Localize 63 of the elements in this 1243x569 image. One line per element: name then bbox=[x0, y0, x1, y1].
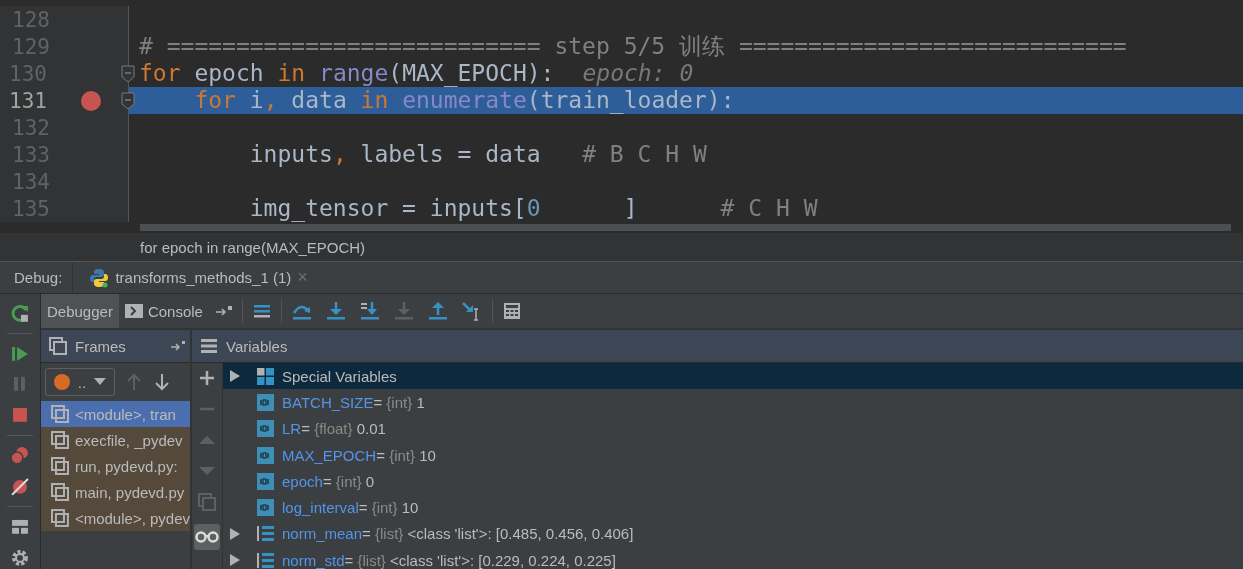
number-icon bbox=[257, 499, 274, 517]
code-line: # =========================== step 5/5 训练 ============================ bbox=[138, 33, 1128, 60]
step-into-my-code-icon[interactable] bbox=[358, 301, 381, 321]
frame-icon bbox=[51, 509, 69, 527]
frames-icon bbox=[49, 337, 67, 355]
grid-icon bbox=[257, 367, 274, 385]
code-line: img_tensor = inputs[0 ] # C H W bbox=[248, 195, 819, 222]
frame-item[interactable]: run, pydevd.py: bbox=[41, 453, 190, 479]
settings-icon[interactable] bbox=[9, 547, 31, 569]
expand-icon[interactable] bbox=[229, 553, 241, 568]
code-line: inputs, labels = data # B C H W bbox=[248, 141, 708, 168]
add-icon[interactable] bbox=[198, 369, 216, 387]
calculator-icon[interactable] bbox=[501, 301, 522, 321]
scrollbar[interactable] bbox=[140, 223, 1231, 231]
step-into-icon[interactable] bbox=[324, 301, 347, 321]
step-out-icon[interactable] bbox=[426, 301, 449, 321]
copy-icon[interactable] bbox=[198, 493, 216, 511]
fold-icon[interactable] bbox=[121, 64, 135, 83]
frame-item[interactable]: execfile, _pydev bbox=[41, 427, 190, 453]
rerun-icon[interactable] bbox=[9, 302, 31, 324]
fold-icon[interactable] bbox=[121, 91, 135, 110]
variable-row[interactable]: log_interval= {int} 10 bbox=[223, 494, 1243, 521]
frame-item[interactable]: main, pydevd.py bbox=[41, 479, 190, 505]
caret-icon bbox=[94, 378, 106, 386]
variable-row[interactable]: LR= {float} 0.01 bbox=[223, 415, 1243, 442]
pin-icon[interactable] bbox=[214, 304, 233, 318]
expand-icon[interactable] bbox=[229, 369, 241, 384]
panel-title: Debug: bbox=[13, 269, 64, 286]
code-line: for epoch in range(MAX_EPOCH): epoch: 0 bbox=[138, 60, 695, 87]
force-step-into-icon[interactable] bbox=[392, 301, 415, 321]
panel-title: Frames bbox=[75, 337, 126, 355]
frame-icon bbox=[51, 457, 69, 475]
variable-row[interactable]: norm_mean= {list} <class 'list'>: [0.485, 0.456, 0.406] bbox=[223, 520, 1243, 548]
console-icon bbox=[124, 303, 143, 319]
list-icon bbox=[200, 337, 218, 355]
expand-icon[interactable] bbox=[229, 526, 241, 541]
number-icon bbox=[257, 472, 274, 490]
number-icon bbox=[257, 420, 274, 438]
list-icon bbox=[257, 525, 274, 543]
breakpoint-icon[interactable] bbox=[80, 90, 101, 111]
variable-row[interactable]: MAX_EPOCH= {int} 10 bbox=[223, 441, 1243, 469]
thread-dropdown[interactable]: .. bbox=[45, 368, 115, 396]
down-arrow-icon[interactable] bbox=[153, 372, 171, 392]
variable-row[interactable]: norm_std= {list} <class 'list'>: [0.229, 0.224, 0.225] bbox=[223, 547, 1243, 569]
glasses-button[interactable] bbox=[194, 524, 220, 550]
variable-row[interactable]: BATCH_SIZE= {int} 1 bbox=[223, 389, 1243, 416]
python-icon bbox=[89, 267, 110, 288]
up-arrow-icon[interactable] bbox=[125, 372, 143, 392]
line-number: 131 bbox=[8, 88, 47, 113]
pin-icon[interactable] bbox=[170, 340, 186, 352]
debugger-tab[interactable]: Debugger bbox=[41, 294, 119, 328]
panel-title: Variables bbox=[226, 337, 288, 355]
breadcrumb[interactable]: for epoch in range(MAX_EPOCH) bbox=[140, 238, 366, 256]
frame-icon bbox=[51, 405, 69, 423]
number-icon bbox=[257, 393, 274, 411]
console-tab[interactable]: Console bbox=[118, 294, 209, 328]
variable-row[interactable]: Special Variables bbox=[223, 363, 1243, 390]
frame-icon bbox=[51, 483, 69, 501]
list-icon bbox=[257, 551, 274, 569]
frame-item[interactable]: <module>, pydev bbox=[41, 505, 190, 531]
variable-row[interactable]: epoch= {int} 0 bbox=[223, 468, 1243, 495]
frame-icon bbox=[51, 431, 69, 449]
number-icon bbox=[257, 446, 274, 464]
